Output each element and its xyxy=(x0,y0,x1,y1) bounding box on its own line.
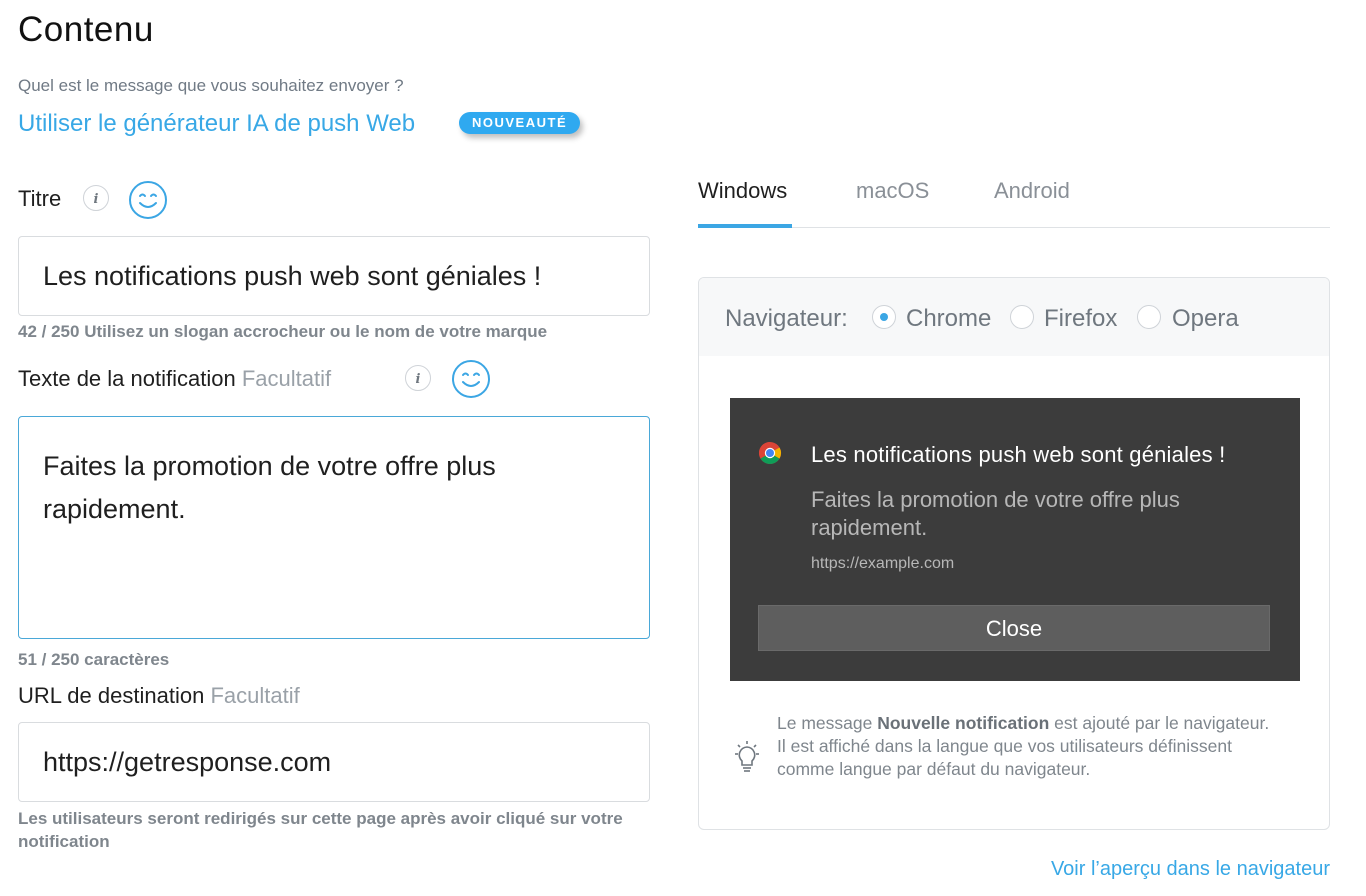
browser-preview-link[interactable]: Voir l’aperçu dans le navigateur xyxy=(1051,858,1330,881)
radio-chrome[interactable] xyxy=(872,305,896,329)
notification-url: https://example.com xyxy=(811,555,955,572)
radio-firefox-label[interactable]: Firefox xyxy=(1044,305,1117,333)
radio-chrome-label[interactable]: Chrome xyxy=(906,305,991,333)
svg-text:i: i xyxy=(416,372,421,387)
svg-text:i: i xyxy=(94,192,99,207)
title-emoji-icon[interactable] xyxy=(128,180,168,220)
tab-windows[interactable]: Windows xyxy=(698,178,787,204)
page-subtitle: Quel est le message que vous souhaitez e… xyxy=(18,76,404,95)
url-label: URL de destination Facultatif xyxy=(18,683,300,709)
notification-title: Les notifications push web sont géniales… xyxy=(811,442,1226,467)
title-label: Titre xyxy=(18,186,62,211)
title-counter: 42 / 250 xyxy=(18,322,80,341)
browser-label: Navigateur: xyxy=(725,305,848,332)
ai-generator-link[interactable]: Utiliser le générateur IA de push Web xyxy=(18,110,415,138)
preview-card: Navigateur: Chrome Firefox Opera Les not… xyxy=(698,277,1330,830)
body-counter: 51 / 250 caractères xyxy=(18,650,170,669)
radio-opera[interactable] xyxy=(1137,305,1161,329)
radio-opera-label[interactable]: Opera xyxy=(1172,305,1239,333)
title-input[interactable] xyxy=(18,236,650,316)
url-optional-label: Facultatif xyxy=(210,683,300,708)
browser-note: Le message Nouvelle notification est ajo… xyxy=(777,712,1277,781)
body-info-icon[interactable]: i xyxy=(405,365,431,391)
notification-close-button[interactable]: Close xyxy=(758,605,1270,651)
page-title: Contenu xyxy=(18,10,154,49)
tab-android[interactable]: Android xyxy=(994,178,1070,204)
chrome-logo-icon xyxy=(758,441,782,465)
lightbulb-icon xyxy=(731,740,763,776)
notification-preview: Les notifications push web sont géniales… xyxy=(730,398,1300,681)
body-emoji-icon[interactable] xyxy=(451,359,491,399)
title-hint: 42 / 250 Utilisez un slogan accrocheur o… xyxy=(18,322,547,342)
body-label: Texte de la notification Facultatif xyxy=(18,366,331,392)
note-bold: Nouvelle notification xyxy=(877,713,1050,733)
body-label-text: Texte de la notification xyxy=(18,366,236,391)
active-tab-indicator xyxy=(698,224,792,228)
notification-body: Faites la promotion de votre offre plus … xyxy=(811,487,1180,540)
browser-selector: Navigateur: Chrome Firefox Opera xyxy=(699,278,1329,356)
note-prefix: Le message xyxy=(777,713,878,733)
tab-divider xyxy=(698,227,1330,228)
tab-macos[interactable]: macOS xyxy=(856,178,929,204)
radio-firefox[interactable] xyxy=(1010,305,1034,329)
url-label-text: URL de destination xyxy=(18,683,205,708)
title-hint-text: Utilisez un slogan accrocheur ou le nom … xyxy=(84,322,548,341)
title-info-icon[interactable]: i xyxy=(83,185,109,211)
new-badge: NOUVEAUTÉ xyxy=(459,112,581,134)
body-optional-label: Facultatif xyxy=(241,366,332,391)
url-hint: Les utilisateurs seront redirigés sur ce… xyxy=(18,809,623,851)
destination-url-input[interactable] xyxy=(18,722,650,802)
notification-text-input[interactable]: Faites la promotion de votre offre plus … xyxy=(18,416,650,639)
